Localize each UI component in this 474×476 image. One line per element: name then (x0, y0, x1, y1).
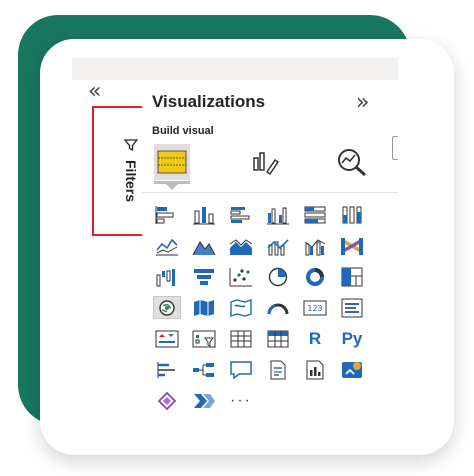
kpi-icon[interactable] (154, 328, 180, 349)
table-icon[interactable] (228, 328, 254, 349)
pane-edge-tab[interactable] (392, 136, 398, 160)
stacked-column-chart-icon[interactable] (191, 204, 217, 225)
expand-pane-button[interactable]: » (356, 90, 369, 115)
analytics-icon[interactable] (334, 144, 370, 180)
r-visual-label: R (308, 328, 322, 348)
pie-chart-icon[interactable] (265, 266, 291, 287)
filters-label: Filters (123, 160, 139, 203)
more-visuals-glyph: ··· (230, 391, 252, 409)
power-apps-icon[interactable] (339, 359, 365, 380)
area-chart-icon[interactable] (191, 235, 217, 256)
collapse-pane-button[interactable]: « (88, 81, 101, 103)
stacked-area-chart-icon[interactable] (228, 235, 254, 256)
100-stacked-column-chart-icon[interactable] (339, 204, 365, 225)
line-chart-icon[interactable] (154, 235, 180, 256)
key-influencers-icon[interactable] (154, 359, 180, 380)
filters-toggle[interactable]: Filters (123, 138, 139, 202)
more-visuals-icon[interactable]: ··· (228, 390, 254, 411)
line-and-clustered-column-chart-icon[interactable] (302, 235, 328, 256)
funnel-icon[interactable] (191, 266, 217, 287)
filters-pane-collapsed: « Filters (72, 80, 146, 424)
clustered-column-chart-icon[interactable] (265, 204, 291, 225)
slicer-icon[interactable] (191, 328, 217, 349)
scatter-chart-icon[interactable] (228, 266, 254, 287)
multi-row-card-icon[interactable] (339, 297, 365, 318)
divider (142, 192, 398, 193)
power-bi-panel-screenshot: « Filters Visualizations » Build visual (72, 58, 398, 424)
ribbon-chart-icon[interactable] (339, 235, 365, 256)
visual-gallery: 123 R Py ··· (153, 204, 365, 411)
paginated-report-icon[interactable] (302, 359, 328, 380)
filled-map-icon[interactable] (191, 297, 217, 318)
smart-narrative-icon[interactable] (265, 359, 291, 380)
gauge-icon[interactable] (265, 297, 291, 318)
funnel-icon (124, 139, 138, 152)
visualizations-pane: Visualizations » Build visual 123 R Py ·… (142, 80, 398, 424)
filters-highlight-box[interactable]: Filters (92, 106, 146, 236)
format-visual-icon[interactable] (246, 144, 282, 180)
card-icon[interactable]: 123 (302, 297, 328, 318)
matrix-icon[interactable] (265, 328, 291, 349)
map-icon[interactable] (153, 296, 181, 319)
donut-chart-icon[interactable] (302, 266, 328, 287)
python-visual-label: Py (341, 328, 363, 348)
stacked-bar-chart-icon[interactable] (154, 204, 180, 225)
build-visual-icon[interactable] (154, 144, 190, 180)
section-label: Build visual (152, 125, 214, 137)
r-visual-icon[interactable]: R (302, 328, 328, 349)
clustered-bar-chart-icon[interactable] (228, 204, 254, 225)
pane-title: Visualizations (152, 92, 266, 111)
shape-map-icon[interactable] (228, 297, 254, 318)
power-automate-icon[interactable] (154, 390, 180, 411)
100-stacked-bar-chart-icon[interactable] (302, 204, 328, 225)
decomposition-tree-icon[interactable] (191, 359, 217, 380)
arcgis-icon[interactable] (191, 390, 217, 411)
qa-icon[interactable] (228, 359, 254, 380)
svg-text:123: 123 (307, 304, 322, 313)
treemap-icon[interactable] (339, 266, 365, 287)
line-and-stacked-column-chart-icon[interactable] (265, 235, 291, 256)
active-tab-caret (166, 184, 178, 190)
waterfall-chart-icon[interactable] (154, 266, 180, 287)
python-visual-icon[interactable]: Py (339, 328, 365, 349)
